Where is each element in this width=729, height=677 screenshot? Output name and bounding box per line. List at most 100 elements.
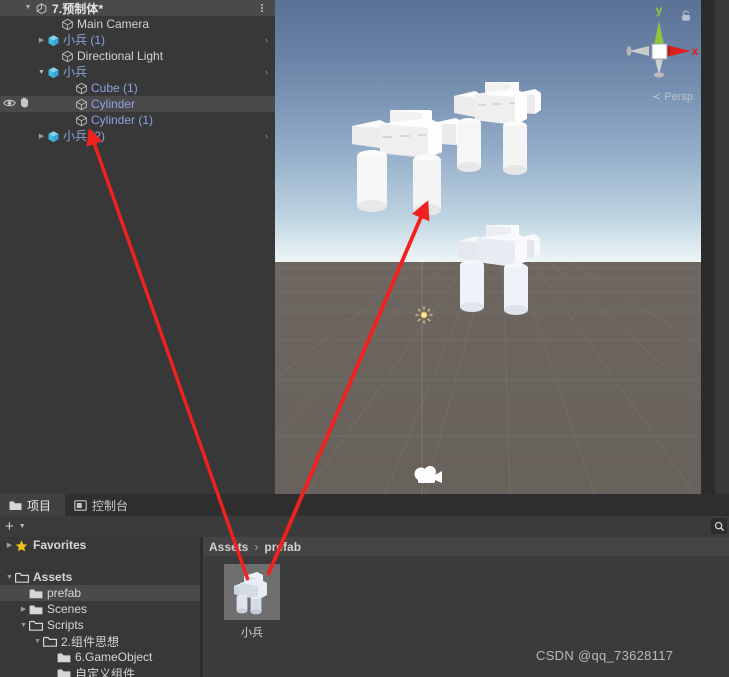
project-tree-row-9[interactable]: 自定义组件 bbox=[0, 665, 200, 677]
project-tree-label: 2.组件思想 bbox=[61, 634, 120, 649]
tree-expander-icon[interactable]: ▼ bbox=[18, 622, 29, 629]
tab-project-label: 项目 bbox=[27, 498, 52, 513]
row-expander-icon[interactable]: ▶ bbox=[36, 36, 47, 44]
hierarchy-row-5[interactable]: Cube (1) bbox=[0, 80, 275, 96]
hierarchy-row-label: Cylinder (1) bbox=[91, 113, 154, 127]
hierarchy-row-label: 小兵 (1) bbox=[63, 33, 106, 47]
breadcrumb-separator-icon: › bbox=[254, 539, 259, 554]
project-tree-row-3[interactable]: ▼ Assets bbox=[0, 569, 200, 585]
breadcrumb-root[interactable]: Assets bbox=[209, 540, 248, 554]
hierarchy-row-4[interactable]: ▼ 小兵 › bbox=[0, 64, 275, 80]
project-tree-row-5[interactable]: ▶ Scenes bbox=[0, 601, 200, 617]
scene-expander-icon[interactable]: ▼ bbox=[22, 0, 34, 16]
hierarchy-panel: ▼ 7.预制体* Main Camera ▶ 小兵 (1) › Directional … bbox=[0, 0, 275, 490]
visibility-toggles[interactable] bbox=[3, 96, 30, 112]
row-expander-icon[interactable]: ▶ bbox=[36, 132, 47, 140]
main-camera-icon[interactable] bbox=[412, 462, 446, 486]
gameobject-icon bbox=[61, 18, 74, 31]
project-tree-label: 自定义组件 bbox=[75, 666, 136, 677]
project-tree-row-4[interactable]: prefab bbox=[0, 585, 200, 601]
hierarchy-row-list: Main Camera ▶ 小兵 (1) › Directional Light ▼ 小兵 ›… bbox=[0, 16, 275, 144]
breadcrumb: Assets › prefab bbox=[203, 537, 729, 556]
hierarchy-row-2[interactable]: ▶ 小兵 (1) › bbox=[0, 32, 275, 48]
asset-label: 小兵 bbox=[241, 627, 263, 639]
prefab-icon bbox=[47, 34, 60, 47]
prefab-icon bbox=[47, 130, 60, 143]
lock-icon[interactable] bbox=[681, 10, 691, 22]
tab-console-label: 控制台 bbox=[92, 498, 129, 513]
row-expander-icon[interactable]: ▼ bbox=[36, 69, 47, 76]
tab-project[interactable]: 项目 bbox=[0, 494, 66, 516]
hierarchy-row-label: Main Camera bbox=[77, 17, 150, 31]
tree-expander-icon[interactable]: ▼ bbox=[4, 574, 15, 581]
tree-expander-icon[interactable]: ▼ bbox=[32, 638, 43, 645]
hierarchy-row-3[interactable]: Directional Light bbox=[0, 48, 275, 64]
folder-icon bbox=[29, 604, 43, 615]
hierarchy-row-1[interactable]: Main Camera bbox=[0, 16, 275, 32]
folder-icon bbox=[57, 652, 71, 663]
scene-object-xiaobing[interactable] bbox=[453, 82, 543, 182]
scene-object-xiaobing-1[interactable] bbox=[350, 110, 465, 215]
project-tree-label: Scenes bbox=[47, 602, 88, 616]
tree-expander-icon[interactable]: ▶ bbox=[4, 541, 15, 549]
asset-item[interactable]: 小兵 bbox=[221, 564, 283, 640]
bottom-tab-bar: 项目 控制台 bbox=[0, 494, 729, 516]
project-tree-label: Assets bbox=[33, 570, 73, 584]
svg-text:y: y bbox=[656, 3, 663, 17]
prefab-open-chevron-icon[interactable]: › bbox=[265, 64, 268, 80]
prefab-thumbnail bbox=[224, 564, 280, 620]
directional-light-icon[interactable] bbox=[415, 306, 433, 324]
folder-icon bbox=[29, 588, 43, 599]
project-tree-label: 6.GameObject bbox=[75, 650, 153, 664]
kebab-menu-icon[interactable] bbox=[257, 1, 267, 15]
folder-open-icon bbox=[43, 636, 57, 647]
scene-title: 7.预制体* bbox=[52, 1, 104, 16]
project-tree-row-6[interactable]: ▼ Scripts bbox=[0, 617, 200, 633]
hierarchy-row-label: 小兵 bbox=[63, 65, 88, 79]
gameobject-icon bbox=[75, 98, 88, 111]
prefab-open-chevron-icon[interactable]: › bbox=[265, 128, 268, 144]
hierarchy-header: ▼ 7.预制体* bbox=[0, 0, 275, 16]
hand-icon[interactable] bbox=[19, 97, 30, 111]
prefab-open-chevron-icon[interactable]: › bbox=[265, 32, 268, 48]
plus-icon[interactable]: + bbox=[5, 519, 14, 534]
gameobject-icon bbox=[61, 50, 74, 63]
breadcrumb-current[interactable]: prefab bbox=[264, 540, 301, 554]
folder-open-icon bbox=[15, 572, 29, 583]
project-tree-label: Scripts bbox=[47, 618, 84, 632]
watermark-text: CSDN @qq_73628117 bbox=[536, 648, 674, 663]
scene-view-right-edge bbox=[701, 0, 715, 494]
chevron-left-icon: ≺ bbox=[651, 91, 662, 103]
scene-view[interactable]: y x ≺ Persp bbox=[275, 0, 715, 494]
scene-object-xiaobing-2[interactable] bbox=[457, 225, 541, 317]
project-tree-row-7[interactable]: ▼ 2.组件思想 bbox=[0, 633, 200, 649]
tab-console[interactable]: 控制台 bbox=[65, 494, 142, 516]
caret-down-icon[interactable]: ▼ bbox=[19, 523, 26, 530]
hierarchy-row-6[interactable]: Cylinder bbox=[0, 96, 275, 112]
unity-scene-icon bbox=[35, 2, 48, 15]
project-tree-row-8[interactable]: 6.GameObject bbox=[0, 649, 200, 665]
console-icon bbox=[74, 499, 87, 511]
svg-text:x: x bbox=[692, 44, 699, 58]
prefab-icon bbox=[47, 66, 60, 79]
hierarchy-row-8[interactable]: ▶ 小兵 (2) › bbox=[0, 128, 275, 144]
hierarchy-row-label: Directional Light bbox=[77, 49, 164, 63]
tree-expander-icon[interactable]: ▶ bbox=[18, 605, 29, 613]
project-tree-label: prefab bbox=[47, 586, 82, 600]
search-icon[interactable] bbox=[711, 518, 727, 534]
asset-grid: 小兵 bbox=[203, 556, 729, 640]
folder-icon bbox=[57, 668, 71, 677]
eye-icon[interactable] bbox=[3, 97, 16, 111]
star-icon bbox=[15, 539, 29, 551]
gameobject-icon bbox=[75, 114, 88, 127]
gameobject-icon bbox=[75, 82, 88, 95]
hierarchy-row-7[interactable]: Cylinder (1) bbox=[0, 112, 275, 128]
project-tree-label: Favorites bbox=[33, 538, 87, 552]
project-folder-tree: ▶ Favorites ▼ Assets prefab ▶ Scenes ▼ Scripts ▼ 2… bbox=[0, 537, 200, 677]
folder-open-icon bbox=[29, 620, 43, 631]
hierarchy-row-label: 小兵 (2) bbox=[63, 129, 106, 143]
project-tree-row-1[interactable]: ▶ Favorites bbox=[0, 537, 200, 553]
project-toolbar: + ▼ bbox=[0, 516, 729, 538]
projection-mode-label[interactable]: ≺ Persp bbox=[652, 90, 693, 103]
unity-editor-window: ▼ 7.预制体* Main Camera ▶ 小兵 (1) › Directional … bbox=[0, 0, 729, 677]
